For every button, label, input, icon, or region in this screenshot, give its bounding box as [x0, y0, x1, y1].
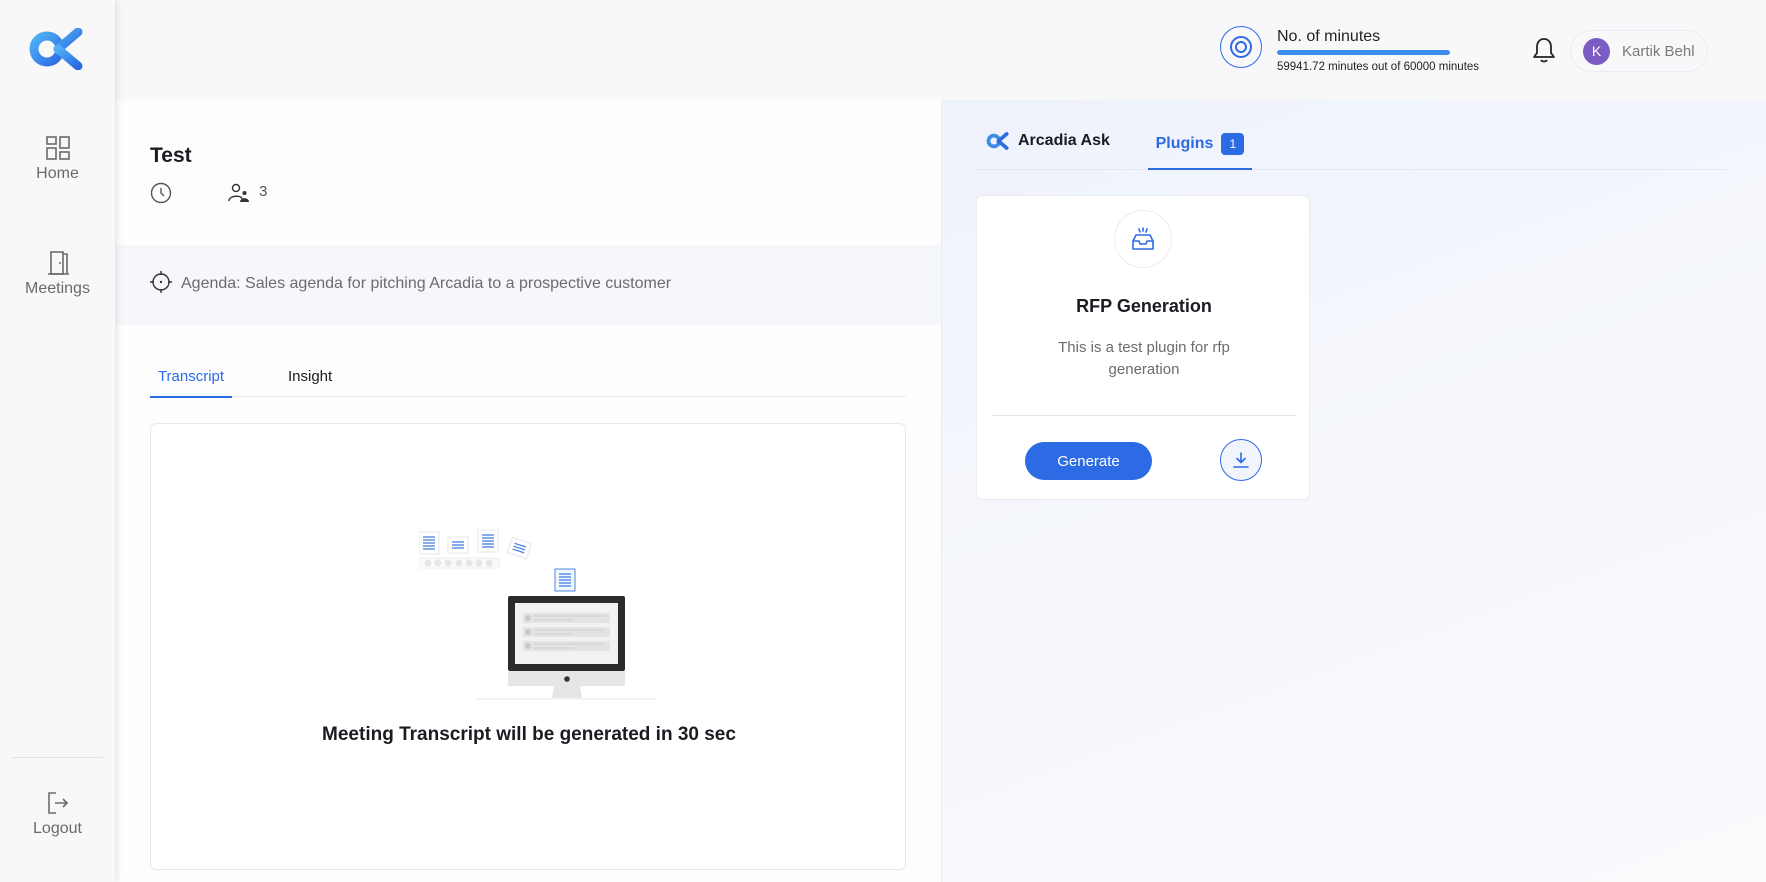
agenda-bar: Agenda: Sales agenda for pitching Arcadi…: [115, 245, 941, 325]
grid-icon: [45, 136, 70, 160]
target-icon: [1220, 26, 1262, 68]
participant-count: 3: [259, 183, 268, 200]
doc-icon: [447, 536, 469, 554]
clock-icon: [150, 182, 172, 204]
participants-icon: [228, 183, 249, 202]
generate-button[interactable]: Generate: [1025, 442, 1152, 480]
usage-summary: 59941.72 minutes out of 60000 minutes: [1277, 61, 1480, 73]
logout-button[interactable]: Logout: [0, 790, 115, 838]
meeting-tabs: Transcript Insight: [150, 362, 906, 398]
sidebar-item-label: Home: [36, 165, 79, 182]
assistant-tabs: Arcadia Ask Plugins 1: [976, 120, 1726, 170]
arcadia-logo[interactable]: [28, 28, 86, 70]
doc-icon: [419, 531, 440, 555]
plugin-icon-wrapper: [1114, 210, 1172, 268]
transcript-illustration: [419, 529, 657, 700]
download-icon: [1233, 452, 1249, 468]
door-icon: [47, 251, 69, 275]
assistant-panel: Arcadia Ask Plugins 1 RFP Generation Thi…: [941, 100, 1766, 882]
plugin-card: RFP Generation This is a test plugin for…: [976, 195, 1310, 500]
user-name: Kartik Behl: [1622, 42, 1695, 60]
usage-progress-fill: [1277, 50, 1450, 55]
avatar: K: [1583, 37, 1610, 65]
doc-icon: [477, 529, 499, 553]
tab-label: Plugins: [1155, 135, 1214, 152]
arcadia-logo-icon: [986, 132, 1009, 150]
transcript-status-message: Meeting Transcript will be generated in …: [322, 724, 736, 745]
sidebar-item-meetings[interactable]: Meetings: [0, 250, 115, 298]
sidebar-item-label: Meetings: [25, 280, 90, 297]
download-button[interactable]: [1220, 439, 1262, 481]
doc-icon: [554, 568, 576, 592]
bell-icon[interactable]: [1532, 36, 1556, 64]
usage-progress-bar: [1277, 50, 1450, 55]
tab-arcadia-ask[interactable]: Arcadia Ask: [986, 126, 1110, 156]
sidebar-item-home[interactable]: Home: [0, 135, 115, 183]
agenda-text: Agenda: Sales agenda for pitching Arcadi…: [181, 275, 672, 292]
tab-label: Arcadia Ask: [1018, 132, 1110, 149]
tab-insight[interactable]: Insight: [288, 368, 332, 397]
doc-icon: [506, 536, 532, 560]
tab-plugins[interactable]: Plugins 1: [1148, 120, 1252, 170]
transcript-container: Meeting Transcript will be generated in …: [150, 423, 906, 870]
plugin-description: This is a test plugin for rfp generation: [1058, 339, 1230, 378]
sidebar-divider: [12, 757, 103, 758]
top-header: [115, 0, 1766, 100]
user-menu[interactable]: K Kartik Behl: [1570, 30, 1708, 72]
plugins-count-badge: 1: [1221, 133, 1245, 155]
meeting-title: Test: [150, 144, 192, 167]
inbox-alert-icon: [1132, 227, 1154, 250]
sidebar: Home Meetings Logout: [0, 0, 115, 882]
crosshair-icon: [150, 271, 172, 293]
usage-title: No. of minutes: [1277, 28, 1381, 45]
plugin-title: RFP Generation: [1076, 296, 1212, 316]
tab-transcript[interactable]: Transcript: [150, 368, 232, 398]
divider: [992, 415, 1296, 416]
logout-label: Logout: [33, 820, 82, 837]
meeting-panel: Test 3 Agenda: Sales agenda for pitching…: [115, 100, 941, 882]
logout-icon: [47, 792, 68, 814]
